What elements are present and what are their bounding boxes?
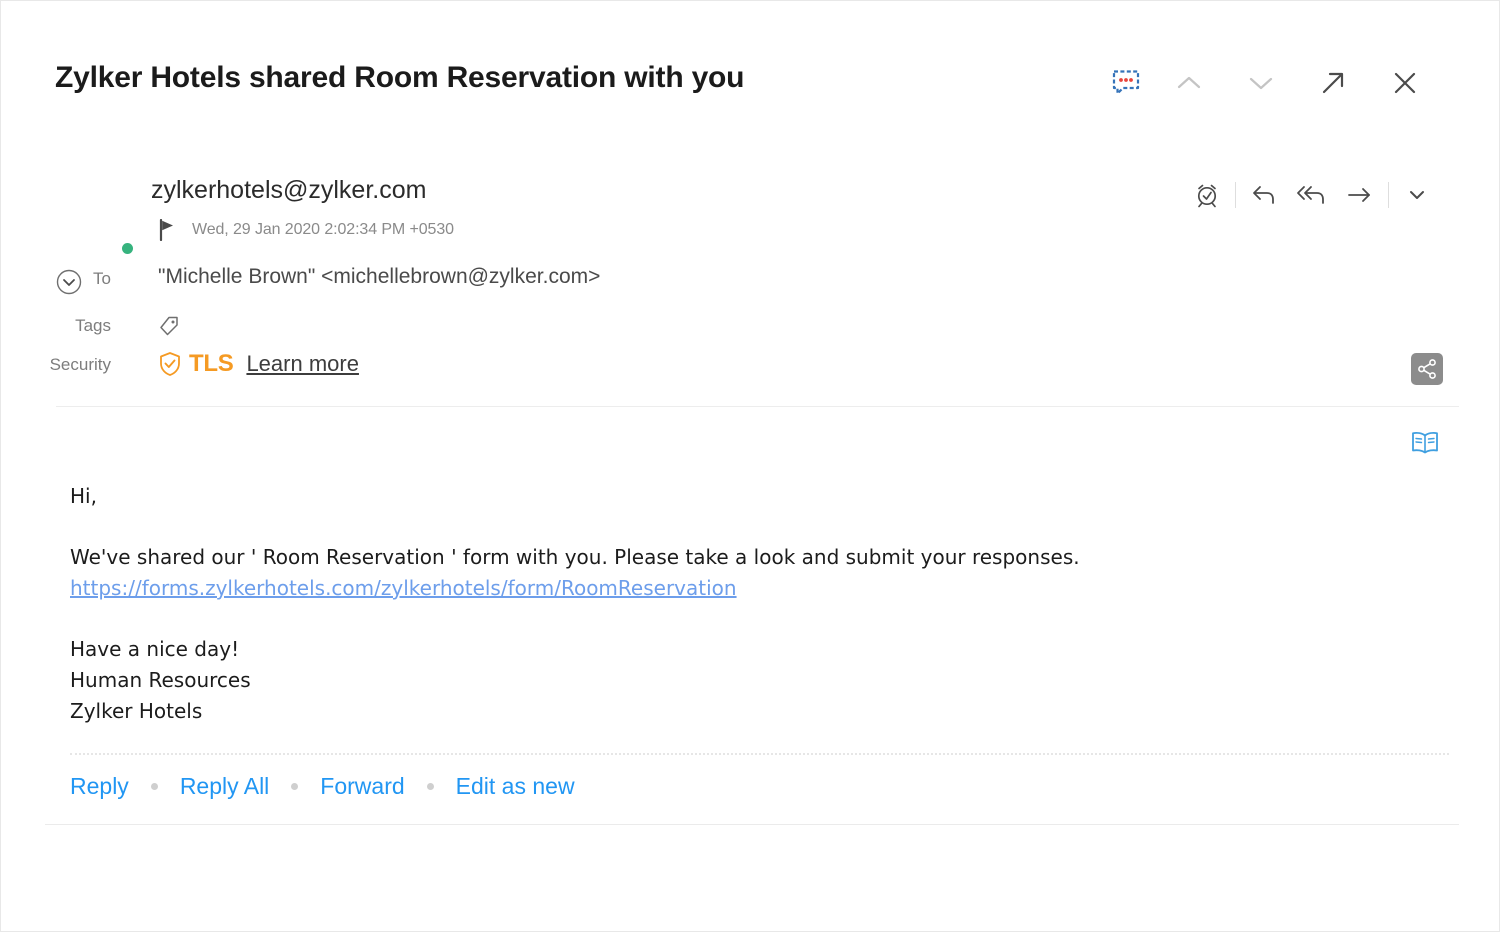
chevron-up-icon[interactable] [1153,59,1225,107]
bottom-divider [45,824,1459,825]
message-action-bar [1183,173,1441,217]
signature-line: Zylker Hotels [70,699,203,723]
more-chevron-down-icon[interactable] [1393,173,1441,217]
reply-link[interactable]: Reply [70,773,129,800]
snooze-clock-icon[interactable] [1183,173,1231,217]
security-status: TLS Learn more [158,350,359,378]
body-greeting: Hi, [70,484,97,508]
email-reader-window: Zylker Hotels shared Room Reservation wi… [0,0,1500,932]
form-link[interactable]: https://forms.zylkerhotels.com/zylkerhot… [70,576,737,600]
forward-arrow-icon[interactable] [1336,173,1384,217]
signature-line: Human Resources [70,668,251,692]
security-label: Security [49,355,111,374]
signature-line: Have a nice day! [70,637,240,661]
reading-mode-book-icon[interactable] [1407,427,1443,459]
close-icon[interactable] [1369,59,1441,107]
shield-check-icon [158,351,182,377]
share-icon[interactable] [1411,353,1443,385]
edit-as-new-link[interactable]: Edit as new [456,773,575,800]
to-recipients[interactable]: "Michelle Brown" <michellebrown@zylker.c… [158,265,600,289]
separator-dot [426,783,434,790]
tls-badge: TLS [189,350,234,377]
divider [1235,182,1236,208]
reply-all-link[interactable]: Reply All [180,773,269,800]
to-label: To [93,269,111,288]
learn-more-link[interactable]: Learn more [246,351,359,377]
footer-divider [70,753,1449,755]
separator-dot [291,783,299,790]
signature-block: Have a nice day! Human Resources Zylker … [70,634,1439,727]
header-action-bar [1099,59,1441,107]
sender-email-address[interactable]: zylkerhotels@zylker.com [151,176,426,205]
footer-action-links: Reply Reply All Forward Edit as new [70,773,575,800]
details-divider [56,406,1459,407]
reply-all-icon[interactable] [1288,173,1336,217]
tag-icon[interactable] [157,314,181,338]
page-title: Zylker Hotels shared Room Reservation wi… [55,61,745,94]
sender-presence-indicator [122,243,133,254]
chevron-down-icon[interactable] [1225,59,1297,107]
pop-out-arrow-icon[interactable] [1297,59,1369,107]
message-timestamp: Wed, 29 Jan 2020 2:02:34 PM +0530 [192,221,454,238]
tags-label: Tags [75,316,111,335]
comment-bubble-icon[interactable] [1099,59,1153,107]
body-paragraph: We've shared our ' Room Reservation ' fo… [70,545,1080,569]
flag-icon[interactable] [158,219,176,241]
message-body: Hi, We've shared our ' Room Reservation … [70,481,1439,727]
separator-dot [150,783,158,790]
message-header: Zylker Hotels shared Room Reservation wi… [1,1,1499,141]
divider [1388,182,1389,208]
reply-icon[interactable] [1240,173,1288,217]
forward-link[interactable]: Forward [320,773,404,800]
